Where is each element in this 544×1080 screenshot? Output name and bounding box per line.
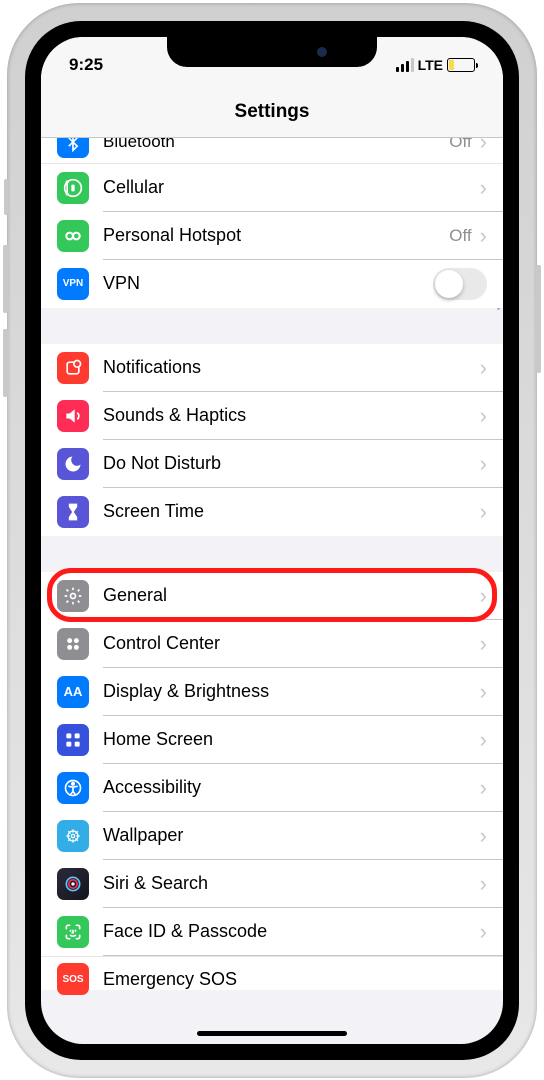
- row-display[interactable]: AA Display & Brightness ›: [41, 668, 503, 716]
- chevron-right-icon: ›: [480, 177, 487, 199]
- battery-icon: [447, 58, 475, 72]
- chevron-right-icon: ›: [480, 501, 487, 523]
- row-label: Do Not Disturb: [103, 453, 480, 474]
- row-value: Off: [449, 138, 471, 153]
- chevron-right-icon: ›: [480, 633, 487, 655]
- row-label: Wallpaper: [103, 825, 480, 846]
- row-label: Cellular: [103, 177, 480, 198]
- device-frame: 9:25 LTE Settings Bluetooth Off ›: [7, 3, 537, 1078]
- accessibility-icon: [57, 772, 89, 804]
- row-general[interactable]: General ›: [41, 572, 503, 620]
- status-time: 9:25: [69, 55, 103, 75]
- row-wallpaper[interactable]: Wallpaper ›: [41, 812, 503, 860]
- screentime-icon: [57, 496, 89, 528]
- row-label: Face ID & Passcode: [103, 921, 480, 942]
- chevron-right-icon: ›: [480, 453, 487, 475]
- row-label: Personal Hotspot: [103, 225, 449, 246]
- screen: 9:25 LTE Settings Bluetooth Off ›: [41, 37, 503, 1044]
- display-icon: AA: [57, 676, 89, 708]
- page-title: Settings: [41, 87, 503, 138]
- home-screen-icon: [57, 724, 89, 756]
- chevron-right-icon: ›: [480, 138, 487, 154]
- network-label: LTE: [418, 57, 443, 73]
- row-hotspot[interactable]: Personal Hotspot Off ›: [41, 212, 503, 260]
- chevron-right-icon: ›: [480, 873, 487, 895]
- row-bluetooth[interactable]: Bluetooth Off ›: [41, 138, 503, 164]
- wallpaper-icon: [57, 820, 89, 852]
- row-faceid[interactable]: Face ID & Passcode ›: [41, 908, 503, 956]
- signal-icon: [396, 58, 414, 72]
- chevron-right-icon: ›: [480, 405, 487, 427]
- row-vpn[interactable]: VPN VPN: [41, 260, 503, 308]
- chevron-right-icon: ›: [480, 357, 487, 379]
- dnd-icon: [57, 448, 89, 480]
- row-label: VPN: [103, 273, 433, 294]
- chevron-right-icon: ›: [480, 921, 487, 943]
- settings-list[interactable]: Bluetooth Off › Cellular › Pers: [41, 138, 503, 1042]
- row-home-screen[interactable]: Home Screen ›: [41, 716, 503, 764]
- row-value: Off: [449, 226, 471, 246]
- sounds-icon: [57, 400, 89, 432]
- chevron-right-icon: ›: [480, 825, 487, 847]
- row-label: Display & Brightness: [103, 681, 480, 702]
- row-control-center[interactable]: Control Center ›: [41, 620, 503, 668]
- chevron-right-icon: ›: [480, 729, 487, 751]
- hotspot-icon: [57, 220, 89, 252]
- notifications-icon: [57, 352, 89, 384]
- chevron-right-icon: ›: [480, 585, 487, 607]
- general-icon: [57, 580, 89, 612]
- row-label: Accessibility: [103, 777, 480, 798]
- bluetooth-icon: [57, 138, 89, 159]
- row-screentime[interactable]: Screen Time ›: [41, 488, 503, 536]
- row-label: Home Screen: [103, 729, 480, 750]
- control-center-icon: [57, 628, 89, 660]
- notch: [167, 37, 377, 67]
- vpn-icon: VPN: [57, 268, 89, 300]
- row-sos[interactable]: SOS Emergency SOS: [41, 956, 503, 990]
- chevron-right-icon: ›: [480, 681, 487, 703]
- row-label: Sounds & Haptics: [103, 405, 480, 426]
- siri-icon: [57, 868, 89, 900]
- row-label: Siri & Search: [103, 873, 480, 894]
- home-indicator[interactable]: [197, 1031, 347, 1036]
- chevron-right-icon: ›: [480, 777, 487, 799]
- cellular-icon: [57, 172, 89, 204]
- row-accessibility[interactable]: Accessibility ›: [41, 764, 503, 812]
- row-cellular[interactable]: Cellular ›: [41, 164, 503, 212]
- row-label: Emergency SOS: [103, 969, 487, 990]
- chevron-right-icon: ›: [480, 225, 487, 247]
- faceid-icon: [57, 916, 89, 948]
- vpn-toggle[interactable]: [433, 268, 487, 300]
- row-dnd[interactable]: Do Not Disturb ›: [41, 440, 503, 488]
- row-label: Control Center: [103, 633, 480, 654]
- row-notifications[interactable]: Notifications ›: [41, 344, 503, 392]
- row-label: General: [103, 585, 480, 606]
- row-sounds[interactable]: Sounds & Haptics ›: [41, 392, 503, 440]
- sos-icon: SOS: [57, 963, 89, 995]
- row-label: Screen Time: [103, 501, 480, 522]
- row-label: Notifications: [103, 357, 480, 378]
- row-siri[interactable]: Siri & Search ›: [41, 860, 503, 908]
- row-label: Bluetooth: [103, 138, 449, 153]
